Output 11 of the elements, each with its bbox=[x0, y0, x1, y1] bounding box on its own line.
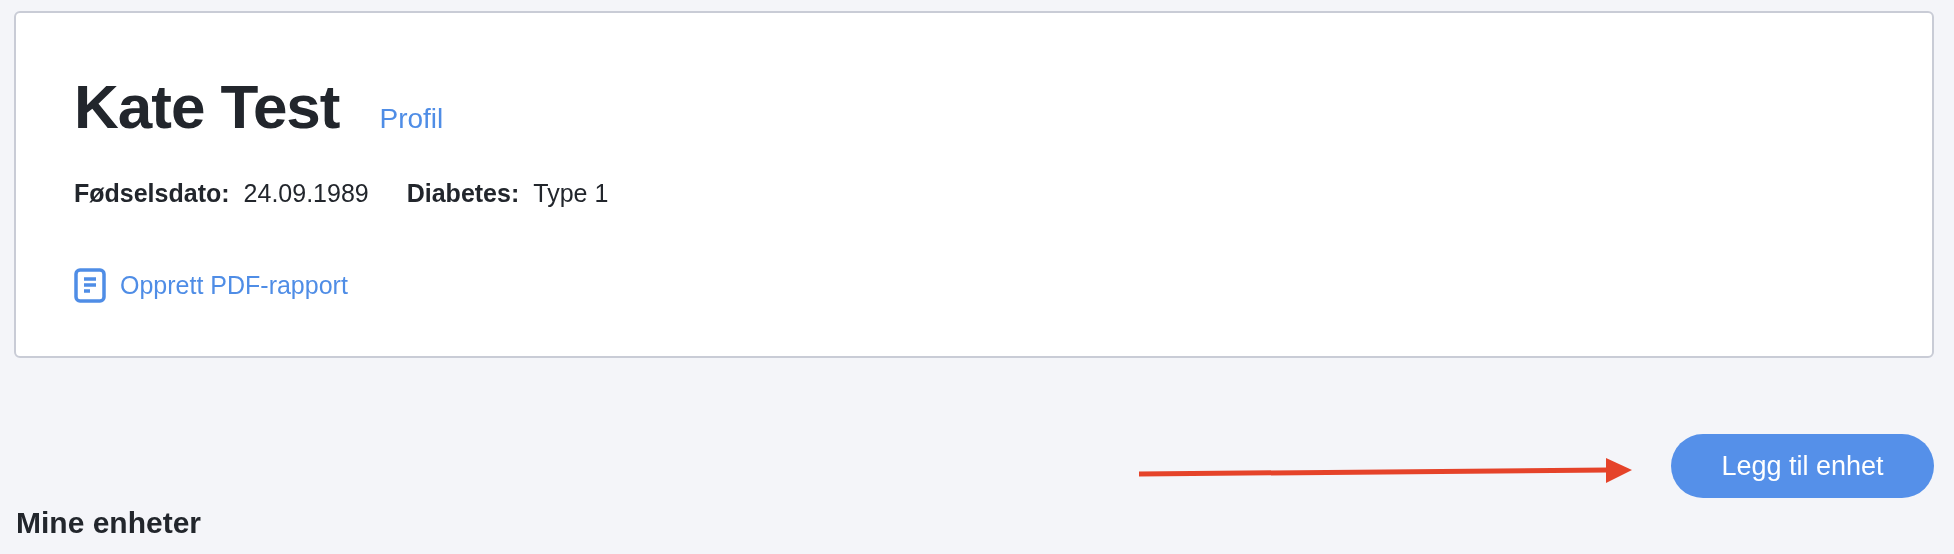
create-pdf-link[interactable]: Opprett PDF-rapport bbox=[74, 268, 348, 304]
patient-name: Kate Test bbox=[74, 73, 340, 142]
detail-value: 24.09.1989 bbox=[243, 179, 369, 209]
detail-value: Type 1 bbox=[533, 179, 609, 209]
profile-link[interactable]: Profil bbox=[379, 103, 444, 135]
document-icon bbox=[74, 268, 106, 304]
create-pdf-label[interactable]: Opprett PDF-rapport bbox=[120, 271, 348, 301]
detail-label: Fødselsdato: bbox=[74, 179, 230, 209]
detail-label: Diabetes: bbox=[406, 179, 520, 209]
section-title: Mine enheter bbox=[16, 506, 203, 539]
add-device-button[interactable]: Legg til enhet bbox=[1671, 434, 1934, 498]
